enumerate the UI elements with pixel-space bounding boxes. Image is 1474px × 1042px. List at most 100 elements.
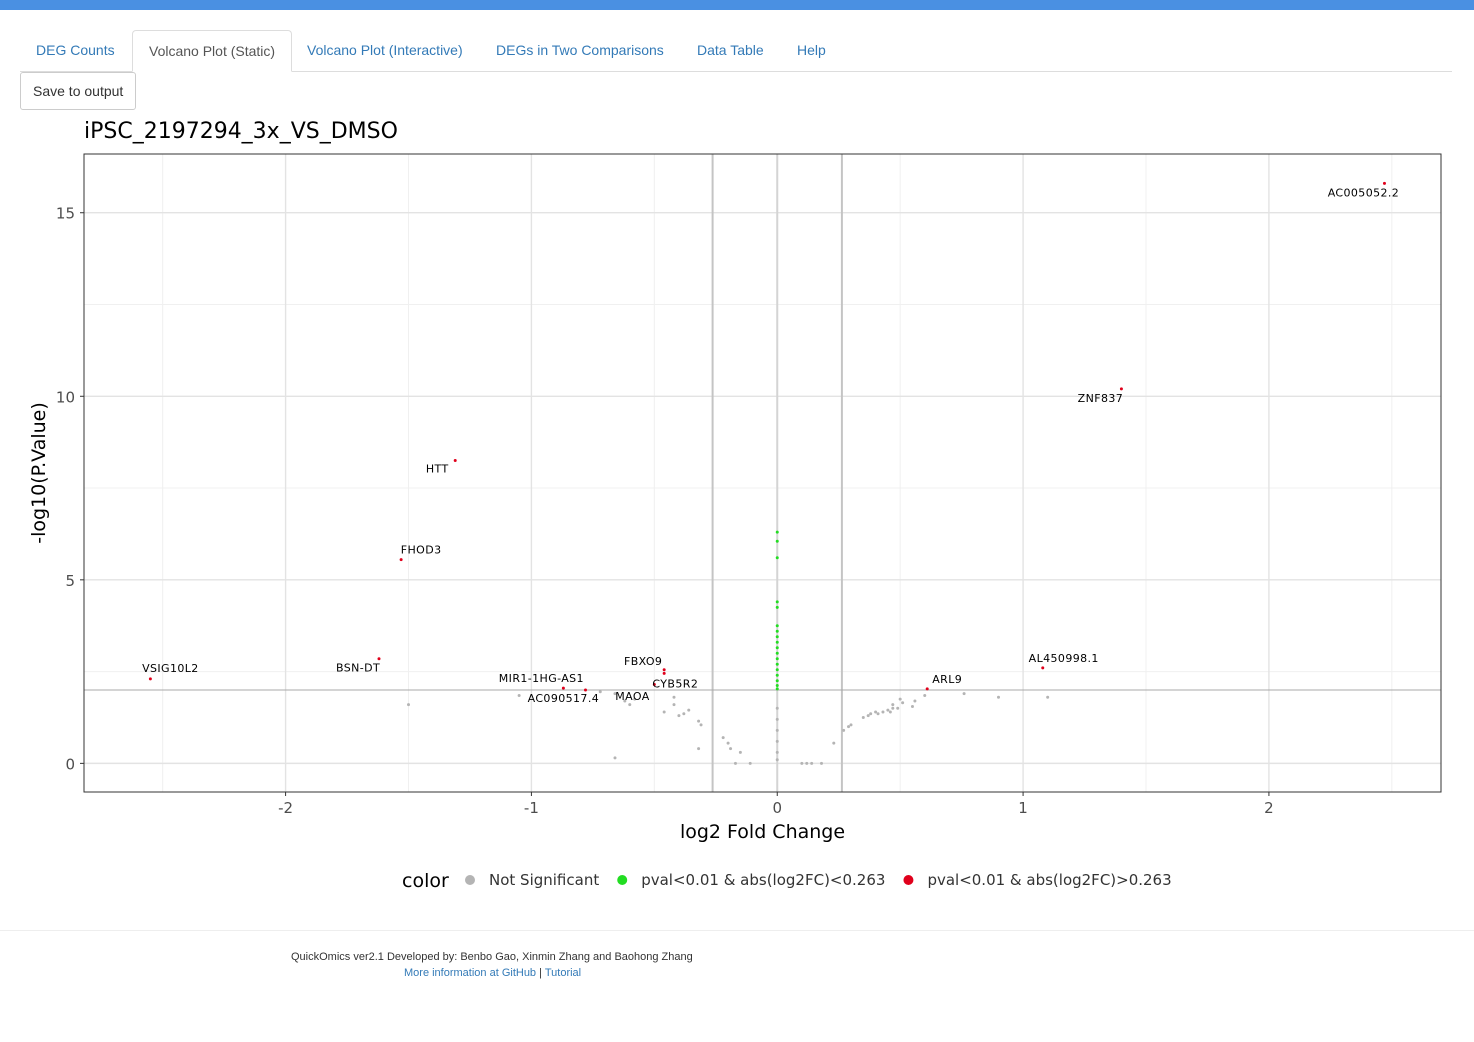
data-point [775, 728, 779, 732]
y-tick-label: 15 [56, 205, 75, 223]
data-point [810, 761, 814, 765]
data-point [517, 693, 521, 697]
data-point [733, 761, 737, 765]
data-point [662, 710, 666, 714]
gene-label: VSIG10L2 [142, 662, 199, 675]
data-point [453, 459, 457, 463]
data-point [962, 692, 966, 696]
data-point [775, 668, 779, 672]
footer-links: More information at GitHub | Tutorial [404, 967, 581, 979]
x-tick-label: 2 [1264, 799, 1274, 817]
x-tick-label: 0 [772, 799, 782, 817]
tutorial-link[interactable]: Tutorial [545, 967, 581, 979]
gene-label: MIR1-1HG-AS1 [499, 672, 584, 685]
data-point [561, 686, 565, 690]
data-point [775, 657, 779, 661]
tab-volcano-static[interactable]: Volcano Plot (Static) [132, 30, 293, 72]
data-point [613, 756, 617, 760]
gene-label: FHOD3 [401, 544, 442, 557]
y-tick-label: 0 [65, 755, 75, 773]
data-point [726, 741, 730, 745]
data-point [775, 605, 779, 609]
data-point [775, 640, 779, 644]
data-point [775, 530, 779, 534]
data-point [699, 723, 703, 727]
data-point [775, 651, 779, 655]
data-point [861, 715, 865, 719]
y-tick-label: 5 [65, 572, 75, 590]
volcano-plot: iPSC_2197294_3x_VS_DMSO AC005052.2 ZNF837 H… [28, 119, 1442, 892]
data-point [662, 671, 666, 675]
data-point [721, 736, 725, 740]
tab-volcano-interactive[interactable]: Volcano Plot (Interactive) [291, 30, 479, 71]
data-point [1041, 666, 1045, 670]
data-point [775, 739, 779, 743]
data-point [775, 687, 779, 691]
data-point [687, 708, 691, 712]
data-point [775, 624, 779, 628]
data-point [775, 679, 779, 683]
gene-label: AC090517.4 [528, 692, 600, 705]
data-point [800, 761, 804, 765]
chart-title: iPSC_2197294_3x_VS_DMSO [84, 119, 398, 144]
data-point [775, 673, 779, 677]
x-tick-label: -1 [524, 799, 539, 817]
data-point [775, 717, 779, 721]
data-point [876, 712, 880, 716]
data-point [775, 758, 779, 762]
data-point [1382, 181, 1386, 185]
data-point [775, 662, 779, 666]
data-point [677, 714, 681, 718]
gene-label: BSN-DT [336, 662, 380, 675]
gene-label: ZNF837 [1078, 392, 1124, 405]
github-link[interactable]: More information at GitHub [404, 967, 536, 979]
gene-label: HTT [426, 463, 449, 476]
top-bar [0, 0, 1474, 10]
plot-panel [84, 154, 1441, 792]
data-point [697, 747, 701, 751]
tab-data-table[interactable]: Data Table [681, 30, 780, 71]
data-point [847, 725, 851, 729]
data-point [923, 693, 927, 697]
data-point [775, 539, 779, 543]
tab-bar: DEG Counts Volcano Plot (Static) Volcano… [20, 30, 1452, 72]
data-point [697, 719, 701, 723]
data-point [805, 761, 809, 765]
data-point [775, 684, 779, 688]
data-point [584, 688, 587, 692]
data-point [874, 710, 878, 714]
data-point [1046, 695, 1050, 699]
data-point [820, 761, 823, 765]
x-axis-title: log2 Fold Change [680, 821, 845, 843]
data-point [842, 728, 846, 732]
data-point [886, 708, 890, 712]
data-point [662, 668, 666, 672]
x-tick-label: -2 [278, 799, 293, 817]
save-to-output-button[interactable]: Save to output [20, 72, 137, 110]
data-point [729, 747, 733, 751]
data-point [672, 703, 676, 707]
gene-label: ARL9 [932, 673, 962, 686]
data-point [775, 750, 779, 754]
legend-label: pval<0.01 & abs(log2FC)<0.263 [641, 871, 885, 889]
x-tick-label: 1 [1018, 799, 1028, 817]
data-point [913, 699, 917, 703]
data-point [775, 600, 779, 604]
legend-label: Not Significant [489, 871, 599, 889]
tab-deg-counts[interactable]: DEG Counts [20, 30, 131, 71]
data-point [891, 706, 895, 710]
data-point [1119, 387, 1123, 391]
y-tick-label: 10 [56, 388, 75, 406]
data-point [925, 687, 929, 691]
data-point [748, 761, 752, 765]
data-point [775, 646, 779, 650]
data-point [869, 712, 873, 716]
data-point [775, 706, 779, 710]
data-point [399, 558, 403, 562]
data-point [888, 710, 892, 714]
data-point [881, 710, 885, 714]
tab-degs-two-comparisons[interactable]: DEGs in Two Comparisons [480, 30, 680, 71]
data-point [910, 704, 914, 708]
legend-label: pval<0.01 & abs(log2FC)>0.263 [927, 871, 1171, 889]
tab-help[interactable]: Help [781, 30, 842, 71]
